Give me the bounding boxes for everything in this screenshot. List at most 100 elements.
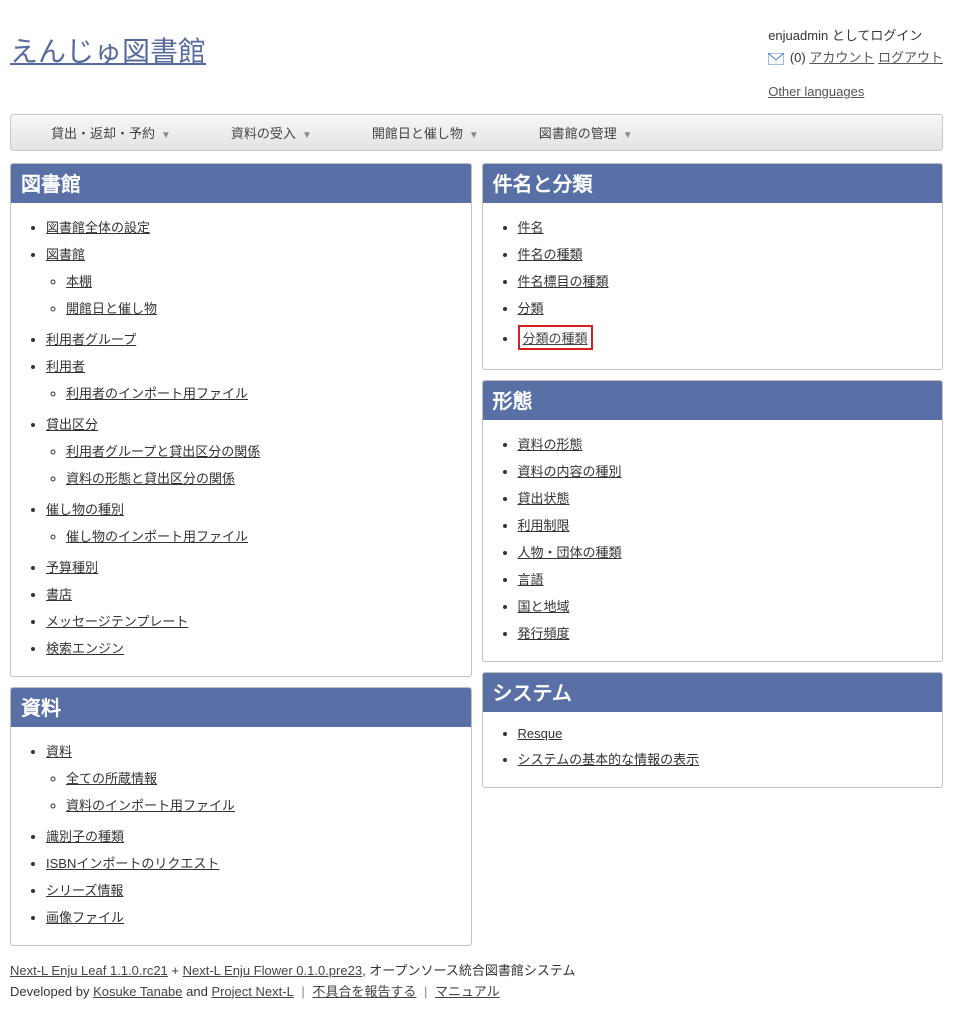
panel-system: システム Resque システムの基本的な情報の表示 bbox=[482, 672, 944, 788]
chevron-down-icon: ▼ bbox=[469, 130, 479, 141]
account-link[interactable]: アカウント bbox=[809, 50, 874, 65]
link-restriction[interactable]: 利用制限 bbox=[518, 518, 570, 533]
link-carrier-checkout[interactable]: 資料の形態と貸出区分の関係 bbox=[66, 471, 235, 486]
link-library[interactable]: 図書館 bbox=[46, 247, 85, 262]
list-item: 本棚 bbox=[66, 267, 461, 294]
menubar: 貸出・返却・予約▼ 資料の受入▼ 開館日と催し物▼ 図書館の管理▼ bbox=[10, 114, 943, 151]
link-agent-type[interactable]: 人物・団体の種類 bbox=[518, 545, 622, 560]
list-item: 資料の内容の種別 bbox=[518, 457, 933, 484]
link-search-engine[interactable]: 検索エンジン bbox=[46, 641, 124, 656]
panel-title: 形態 bbox=[483, 381, 943, 420]
menu-events[interactable]: 開館日と催し物▼ bbox=[342, 115, 509, 150]
menu-admin[interactable]: 図書館の管理▼ bbox=[509, 115, 663, 150]
link-patron[interactable]: 利用者 bbox=[46, 359, 85, 374]
list-item: 図書館全体の設定 bbox=[46, 213, 461, 240]
site-title[interactable]: えんじゅ図書館 bbox=[10, 30, 206, 70]
user-status-box: enjuadmin としてログイン (0) アカウント ログアウト Other … bbox=[768, 15, 943, 99]
link-kosuke[interactable]: Kosuke Tanabe bbox=[93, 984, 182, 999]
link-items[interactable]: 全ての所蔵情報 bbox=[66, 771, 157, 786]
chevron-down-icon: ▼ bbox=[302, 130, 312, 141]
list-item: 資料 全ての所蔵情報 資料のインポート用ファイル bbox=[46, 737, 461, 822]
link-report[interactable]: 不具合を報告する bbox=[312, 984, 416, 999]
link-budget[interactable]: 予算種別 bbox=[46, 560, 98, 575]
link-identifier[interactable]: 識別子の種類 bbox=[46, 829, 124, 844]
list-item: 件名標目の種類 bbox=[518, 267, 933, 294]
list-item: 画像ファイル bbox=[46, 903, 461, 930]
link-import[interactable]: 資料のインポート用ファイル bbox=[66, 798, 235, 813]
list-item: Resque bbox=[518, 722, 933, 745]
link-subject[interactable]: 件名 bbox=[518, 220, 544, 235]
link-shelf[interactable]: 本棚 bbox=[66, 274, 92, 289]
link-event-import[interactable]: 催し物のインポート用ファイル bbox=[66, 529, 248, 544]
list-item: 利用者グループと貸出区分の関係 bbox=[66, 437, 461, 464]
list-item: 図書館 本棚 開館日と催し物 bbox=[46, 240, 461, 325]
list-item: 開館日と催し物 bbox=[66, 294, 461, 321]
logout-link[interactable]: ログアウト bbox=[878, 50, 943, 65]
list-item: 件名の種類 bbox=[518, 240, 933, 267]
chevron-down-icon: ▼ bbox=[623, 130, 633, 141]
list-item: 識別子の種類 bbox=[46, 822, 461, 849]
panel-title: 図書館 bbox=[11, 164, 471, 203]
list-item: 発行頻度 bbox=[518, 619, 933, 646]
unread-count: (0) bbox=[790, 50, 806, 65]
list-item: 資料の形態と貸出区分の関係 bbox=[66, 464, 461, 491]
menu-acquisition[interactable]: 資料の受入▼ bbox=[201, 115, 342, 150]
link-subject-heading[interactable]: 件名標目の種類 bbox=[518, 274, 609, 289]
footer: Next-L Enju Leaf 1.1.0.rc21 + Next-L Enj… bbox=[10, 961, 943, 1003]
link-enju-flower[interactable]: Next-L Enju Flower 0.1.0.pre23 bbox=[183, 963, 362, 978]
list-item: 利用制限 bbox=[518, 511, 933, 538]
list-item: システムの基本的な情報の表示 bbox=[518, 745, 933, 772]
link-checkout-type[interactable]: 貸出区分 bbox=[46, 417, 98, 432]
panel-form: 形態 資料の形態 資料の内容の種別 貸出状態 利用制限 人物・団体の種類 言語 … bbox=[482, 380, 944, 662]
link-resource[interactable]: 資料 bbox=[46, 744, 72, 759]
list-item: 予算種別 bbox=[46, 553, 461, 580]
panel-library: 図書館 図書館全体の設定 図書館 本棚 開館日と催し物 利用者グループ 利用者 … bbox=[10, 163, 472, 677]
highlighted-link-box: 分類の種類 bbox=[518, 325, 593, 350]
list-item: 利用者のインポート用ファイル bbox=[66, 379, 461, 406]
link-isbn[interactable]: ISBNインポートのリクエスト bbox=[46, 856, 219, 871]
link-image[interactable]: 画像ファイル bbox=[46, 910, 124, 925]
link-subject-type[interactable]: 件名の種類 bbox=[518, 247, 583, 262]
link-basic-info[interactable]: システムの基本的な情報の表示 bbox=[518, 752, 700, 767]
link-classification-type[interactable]: 分類の種類 bbox=[523, 331, 588, 346]
mail-icon[interactable] bbox=[768, 53, 784, 65]
list-item: 分類の種類 bbox=[518, 321, 933, 354]
link-enju-leaf[interactable]: Next-L Enju Leaf 1.1.0.rc21 bbox=[10, 963, 168, 978]
link-msg-template[interactable]: メッセージテンプレート bbox=[46, 614, 188, 629]
link-classification[interactable]: 分類 bbox=[518, 301, 544, 316]
menu-circulation[interactable]: 貸出・返却・予約▼ bbox=[21, 115, 201, 150]
list-item: 資料のインポート用ファイル bbox=[66, 791, 461, 818]
link-language[interactable]: 言語 bbox=[518, 572, 544, 587]
link-series[interactable]: シリーズ情報 bbox=[46, 883, 123, 898]
list-item: 資料の形態 bbox=[518, 430, 933, 457]
other-languages-link[interactable]: Other languages bbox=[768, 84, 864, 99]
list-item: 件名 bbox=[518, 213, 933, 240]
link-resque[interactable]: Resque bbox=[518, 726, 563, 741]
link-event-category[interactable]: 催し物の種別 bbox=[46, 502, 124, 517]
list-item: 催し物のインポート用ファイル bbox=[66, 522, 461, 549]
panel-title: システム bbox=[483, 673, 943, 712]
link-frequency[interactable]: 発行頻度 bbox=[518, 626, 570, 641]
link-project[interactable]: Project Next-L bbox=[211, 984, 293, 999]
panel-title: 件名と分類 bbox=[483, 164, 943, 203]
link-country[interactable]: 国と地域 bbox=[518, 599, 570, 614]
link-circ-status[interactable]: 貸出状態 bbox=[518, 491, 570, 506]
link-bookstore[interactable]: 書店 bbox=[46, 587, 72, 602]
link-user-group[interactable]: 利用者グループ bbox=[46, 332, 136, 347]
list-item: 書店 bbox=[46, 580, 461, 607]
logged-in-user: enjuadmin bbox=[768, 28, 828, 43]
link-carrier[interactable]: 資料の形態 bbox=[518, 437, 583, 452]
list-item: 利用者グループ bbox=[46, 325, 461, 352]
list-item: 催し物の種別 催し物のインポート用ファイル bbox=[46, 495, 461, 553]
link-manual[interactable]: マニュアル bbox=[435, 984, 500, 999]
list-item: ISBNインポートのリクエスト bbox=[46, 849, 461, 876]
link-usergroup-checkout[interactable]: 利用者グループと貸出区分の関係 bbox=[66, 444, 260, 459]
link-library-conf[interactable]: 図書館全体の設定 bbox=[46, 220, 150, 235]
link-content[interactable]: 資料の内容の種別 bbox=[518, 464, 622, 479]
list-item: 言語 bbox=[518, 565, 933, 592]
link-events[interactable]: 開館日と催し物 bbox=[66, 301, 157, 316]
link-patron-import[interactable]: 利用者のインポート用ファイル bbox=[66, 386, 248, 401]
list-item: 利用者 利用者のインポート用ファイル bbox=[46, 352, 461, 410]
list-item: 人物・団体の種類 bbox=[518, 538, 933, 565]
list-item: 分類 bbox=[518, 294, 933, 321]
